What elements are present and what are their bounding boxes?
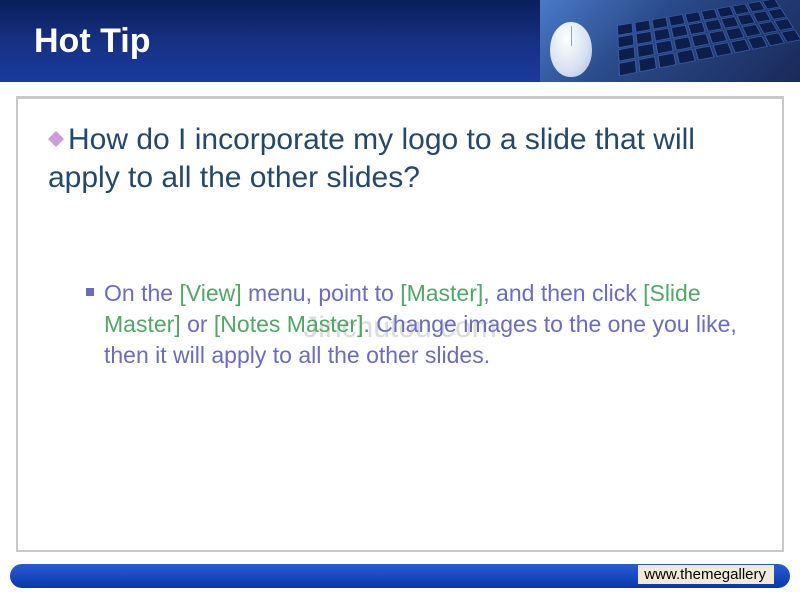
menu-notes-master: [Notes Master] [214, 311, 364, 337]
question-text: How do I incorporate my logo to a slide … [48, 119, 754, 196]
menu-view: [View] [179, 280, 241, 306]
instr-part: On the [104, 280, 179, 306]
instr-part: or [181, 311, 214, 337]
diamond-bullet-icon [48, 119, 64, 135]
footer-link: www.themegallery [638, 565, 774, 584]
header-decorative-image [540, 0, 800, 82]
slide-header: Hot Tip [0, 0, 800, 82]
slide-title: Hot Tip [0, 22, 150, 61]
instruction-text: On the [View] menu, point to [Master], a… [86, 278, 744, 371]
keyboard-graphic [616, 0, 800, 82]
question-content: How do I incorporate my logo to a slide … [48, 123, 695, 194]
instr-part: , and then click [483, 280, 643, 306]
instr-part: menu, point to [242, 280, 401, 306]
mouse-graphic [550, 22, 592, 77]
menu-master: [Master] [400, 280, 483, 306]
content-frame: How do I incorporate my logo to a slide … [16, 96, 784, 552]
